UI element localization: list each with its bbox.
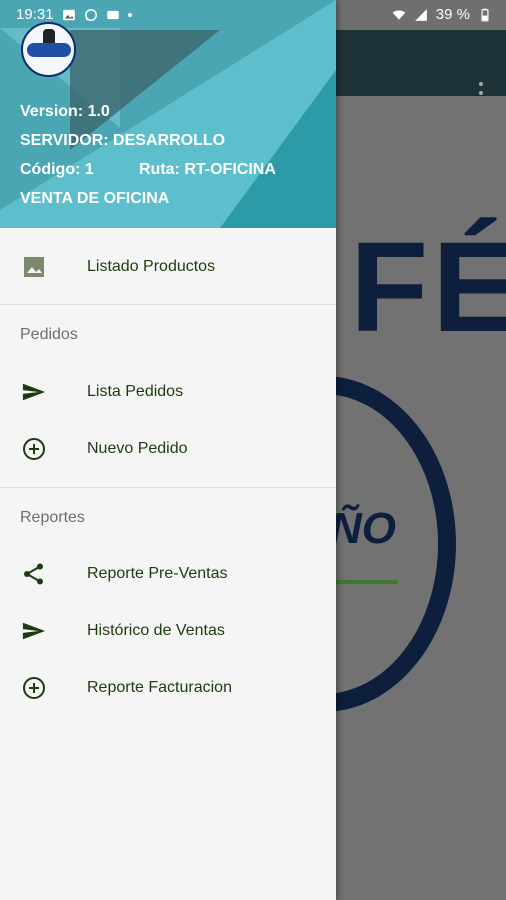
send-icon <box>22 619 46 643</box>
app-notification-icon <box>106 10 119 19</box>
menu-item-reporte-facturacion[interactable]: Reporte Facturacion <box>0 660 336 716</box>
sale-type-label: VENTA DE OFICINA <box>20 190 170 207</box>
code-label: Código: 1 <box>20 161 94 178</box>
image-icon <box>62 9 75 20</box>
more-notifications-dot <box>127 12 132 17</box>
menu-item-lista-pedidos[interactable]: Lista Pedidos <box>0 364 336 420</box>
menu-item-nuevo-pedido[interactable]: Nuevo Pedido <box>0 421 336 477</box>
menu-item-label: Listado Productos <box>87 258 216 275</box>
signal-icon <box>414 8 427 21</box>
background-logo-text: FÉ <box>350 216 506 359</box>
menu-item-label: Nuevo Pedido <box>87 440 188 457</box>
add-circle-icon <box>22 676 46 700</box>
image-icon <box>22 255 46 279</box>
status-bar: 19:31 39 % <box>0 0 506 30</box>
route-label: Ruta: RT-OFICINA <box>139 161 276 178</box>
menu-item-reporte-pre-ventas[interactable]: Reporte Pre-Ventas <box>0 546 336 602</box>
battery-icon <box>481 8 489 21</box>
whatsapp-icon <box>84 8 97 21</box>
add-circle-icon <box>22 437 46 461</box>
section-title-pedidos: Pedidos <box>20 326 78 343</box>
menu-item-label: Reporte Pre-Ventas <box>87 565 228 582</box>
menu-item-label: Reporte Facturacion <box>87 679 232 696</box>
battery-percent: 39 % <box>435 6 470 23</box>
server-label: SERVIDOR: DESARROLLO <box>20 132 226 149</box>
background-logo-word: ÑO <box>330 504 396 553</box>
divider <box>0 487 336 488</box>
menu-item-label: Histórico de Ventas <box>87 622 225 639</box>
send-icon <box>22 380 46 404</box>
menu-item-historico-de-ventas[interactable]: Histórico de Ventas <box>0 603 336 659</box>
app-version: Version: 1.0 <box>20 103 110 120</box>
wifi-icon <box>392 9 406 20</box>
drawer-header: Version: 1.0 SERVIDOR: DESARROLLO Código… <box>0 0 336 228</box>
status-time: 19:31 <box>16 6 54 23</box>
menu-item-label: Lista Pedidos <box>87 383 184 400</box>
navigation-drawer: Version: 1.0 SERVIDOR: DESARROLLO Código… <box>0 0 336 900</box>
divider <box>0 304 336 305</box>
section-title-reportes: Reportes <box>20 509 85 526</box>
company-logo <box>21 22 76 77</box>
background-logo-underline <box>336 580 398 584</box>
share-icon <box>22 562 46 586</box>
menu-item-listado-productos[interactable]: Listado Productos <box>0 239 336 295</box>
